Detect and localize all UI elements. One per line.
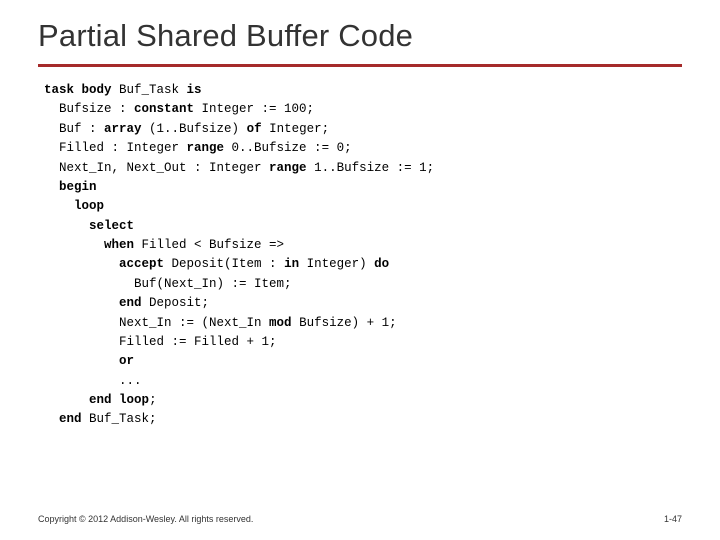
- tok: [44, 257, 119, 271]
- kw: end: [119, 296, 142, 310]
- kw: task body: [44, 83, 112, 97]
- code-block: task body Buf_Task is Bufsize : constant…: [44, 81, 682, 430]
- tok: Filled : Integer: [44, 141, 187, 155]
- kw: array: [104, 122, 142, 136]
- tok: [112, 393, 120, 407]
- tok: Buf :: [44, 122, 104, 136]
- kw: end: [59, 412, 82, 426]
- tok: Deposit;: [142, 296, 210, 310]
- tok: Bufsize :: [44, 102, 134, 116]
- tok: Filled := Filled + 1;: [44, 335, 277, 349]
- tok: [44, 393, 89, 407]
- tok: Buf_Task: [112, 83, 187, 97]
- kw: or: [44, 354, 134, 368]
- kw: mod: [269, 316, 292, 330]
- tok: Buf_Task;: [82, 412, 157, 426]
- tok: Filled < Bufsize =>: [134, 238, 284, 252]
- kw: in: [284, 257, 299, 271]
- page-title: Partial Shared Buffer Code: [38, 18, 682, 54]
- kw: loop: [119, 393, 149, 407]
- tok: [44, 296, 119, 310]
- kw: do: [374, 257, 389, 271]
- tok: Integer): [299, 257, 374, 271]
- tok: Integer;: [262, 122, 330, 136]
- kw: end: [89, 393, 112, 407]
- kw: begin: [44, 180, 97, 194]
- copyright-footer: Copyright © 2012 Addison-Wesley. All rig…: [38, 514, 253, 524]
- kw: accept: [119, 257, 164, 271]
- tok: Buf(Next_In) := Item;: [44, 277, 292, 291]
- tok: 0..Bufsize := 0;: [224, 141, 352, 155]
- page-number: 1-47: [664, 514, 682, 524]
- title-rule: [38, 64, 682, 67]
- kw: when: [104, 238, 134, 252]
- kw: loop: [44, 199, 104, 213]
- tok: (1..Bufsize): [142, 122, 247, 136]
- kw: range: [269, 161, 307, 175]
- tok: Bufsize) + 1;: [292, 316, 397, 330]
- kw: is: [187, 83, 202, 97]
- tok: 1..Bufsize := 1;: [307, 161, 435, 175]
- tok: Deposit(Item :: [164, 257, 284, 271]
- kw: constant: [134, 102, 194, 116]
- tok: [44, 238, 104, 252]
- tok: ...: [44, 374, 142, 388]
- kw: range: [187, 141, 225, 155]
- tok: Next_In, Next_Out : Integer: [44, 161, 269, 175]
- tok: ;: [149, 393, 157, 407]
- tok: Integer := 100;: [194, 102, 314, 116]
- tok: Next_In := (Next_In: [44, 316, 269, 330]
- tok: [44, 412, 59, 426]
- kw: of: [247, 122, 262, 136]
- kw: select: [44, 219, 134, 233]
